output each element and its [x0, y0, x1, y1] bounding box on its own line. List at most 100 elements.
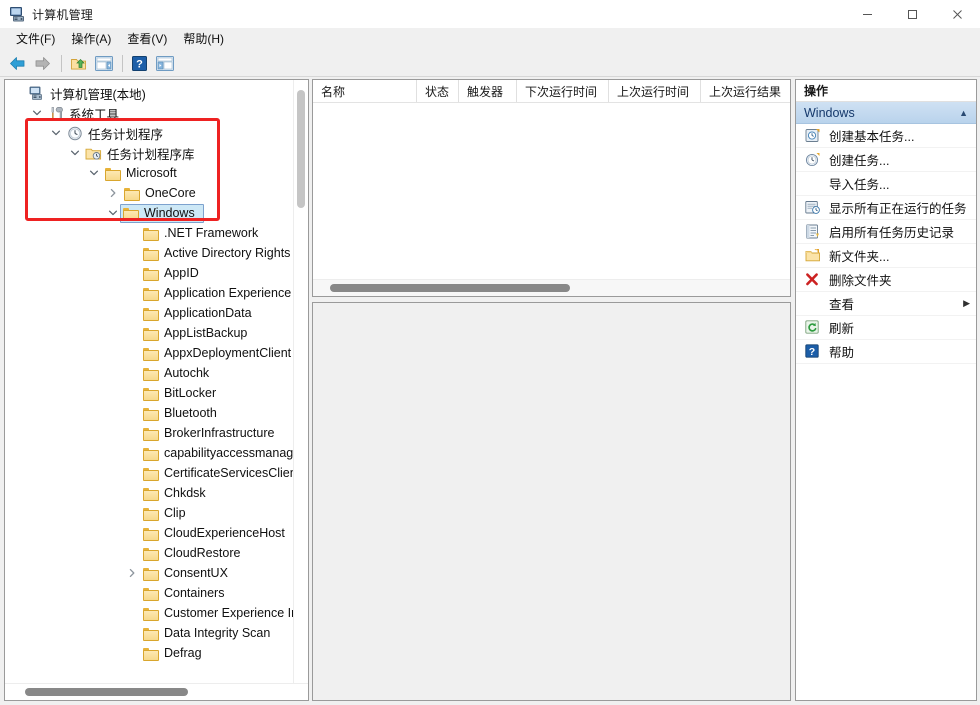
menu-view[interactable]: 查看(V) [119, 28, 175, 49]
tree-item-active-directory-rights-m[interactable]: Active Directory Rights M [5, 243, 308, 263]
tree-item-content[interactable]: BrokerInfrastructure [140, 424, 283, 443]
maximize-button[interactable] [890, 0, 935, 28]
tree-item-net-framework[interactable]: .NET Framework [5, 223, 308, 243]
tree-item-autochk[interactable]: Autochk [5, 363, 308, 383]
back-arrow-icon[interactable] [6, 52, 29, 74]
tree-item-content[interactable]: .NET Framework [140, 224, 267, 243]
chevron-down-icon[interactable] [105, 205, 121, 221]
action-item-9[interactable]: ?帮助 [796, 340, 976, 364]
tree-item-content[interactable]: Windows [120, 204, 204, 223]
tree-item-customer-experience-imp[interactable]: Customer Experience Imp [5, 603, 308, 623]
tree-item-containers[interactable]: Containers [5, 583, 308, 603]
action-item-1[interactable]: 创建任务... [796, 148, 976, 172]
column-header-5[interactable]: 上次运行结果 [701, 80, 790, 102]
forward-arrow-icon[interactable] [31, 52, 54, 74]
tree-item-applistbackup[interactable]: AppListBackup [5, 323, 308, 343]
action-item-6[interactable]: 删除文件夹 [796, 268, 976, 292]
tree-item-任务计划程序库[interactable]: 任务计划程序库 [5, 143, 308, 163]
chevron-right-icon[interactable] [105, 185, 121, 201]
action-item-5[interactable]: 新文件夹... [796, 244, 976, 268]
tree-item-defrag[interactable]: Defrag [5, 643, 308, 663]
action-item-0[interactable]: 创建基本任务... [796, 124, 976, 148]
tree-item-content[interactable]: AppxDeploymentClient [140, 344, 300, 363]
tree-item-content[interactable]: Data Integrity Scan [140, 624, 279, 643]
tree-scroll-area[interactable]: 计算机管理(本地)系统工具任务计划程序任务计划程序库MicrosoftOneCo… [5, 80, 308, 683]
tree-item-bitlocker[interactable]: BitLocker [5, 383, 308, 403]
tree-item-content[interactable]: Bluetooth [140, 404, 226, 423]
tree-item-cloudexperiencehost[interactable]: CloudExperienceHost [5, 523, 308, 543]
chevron-right-icon[interactable] [124, 565, 140, 581]
tree-item-content[interactable]: 系统工具 [45, 104, 128, 123]
chevron-down-icon[interactable] [86, 165, 102, 181]
tree-item-chkdsk[interactable]: Chkdsk [5, 483, 308, 503]
tree-item-certificateservicesclient[interactable]: CertificateServicesClient [5, 463, 308, 483]
tree-item-系统工具[interactable]: 系统工具 [5, 103, 308, 123]
task-list-body[interactable] [313, 103, 790, 279]
tree-item-content[interactable]: AppID [140, 264, 208, 283]
action-item-8[interactable]: 刷新 [796, 316, 976, 340]
tree-item-content[interactable]: Autochk [140, 364, 218, 383]
column-header-0[interactable]: 名称 [313, 80, 417, 102]
tree-horizontal-scrollbar-thumb[interactable] [25, 688, 188, 696]
menu-help[interactable]: 帮助(H) [175, 28, 232, 49]
tree-item-bluetooth[interactable]: Bluetooth [5, 403, 308, 423]
tree-item-microsoft[interactable]: Microsoft [5, 163, 308, 183]
tree-item-capabilityaccessmanager[interactable]: capabilityaccessmanager [5, 443, 308, 463]
tree-item-content[interactable]: ApplicationData [140, 304, 261, 323]
tree-item-content[interactable]: Chkdsk [140, 484, 215, 503]
tree-item-content[interactable]: BitLocker [140, 384, 225, 403]
tree-item-content[interactable]: capabilityaccessmanager [140, 444, 308, 463]
action-item-3[interactable]: 显示所有正在运行的任务 [796, 196, 976, 220]
tree-item-content[interactable]: Customer Experience Imp [140, 604, 308, 623]
task-list-horizontal-scrollbar-thumb[interactable] [330, 284, 570, 292]
tree-item-content[interactable]: CloudRestore [140, 544, 249, 563]
tree-vertical-scrollbar-thumb[interactable] [297, 90, 305, 208]
tree-item-content[interactable]: ConsentUX [140, 564, 237, 583]
tree-item-content[interactable]: AppListBackup [140, 324, 256, 343]
help-icon[interactable]: ? [128, 52, 151, 74]
up-folder-icon[interactable] [67, 52, 90, 74]
tree-vertical-scrollbar[interactable] [293, 80, 308, 683]
tree-item-data-integrity-scan[interactable]: Data Integrity Scan [5, 623, 308, 643]
tree-horizontal-scrollbar[interactable] [5, 683, 308, 700]
tree-item-content[interactable]: Containers [140, 584, 233, 603]
show-hide-tree-icon[interactable] [92, 52, 115, 74]
chevron-down-icon[interactable] [29, 105, 45, 121]
menu-action[interactable]: 操作(A) [63, 28, 119, 49]
show-action-pane-icon[interactable] [153, 52, 176, 74]
tree-item-appid[interactable]: AppID [5, 263, 308, 283]
tree-item-application-experience[interactable]: Application Experience [5, 283, 308, 303]
chevron-down-icon[interactable] [67, 145, 83, 161]
tree-item-content[interactable]: Application Experience [140, 284, 300, 303]
tree-item-content[interactable]: Microsoft [102, 164, 186, 183]
tree-item-计算机管理-本地[interactable]: 计算机管理(本地) [5, 83, 308, 103]
action-item-4[interactable]: 启用所有任务历史记录 [796, 220, 976, 244]
tree-item-brokerinfrastructure[interactable]: BrokerInfrastructure [5, 423, 308, 443]
tree-item-content[interactable]: Active Directory Rights M [140, 244, 308, 263]
collapse-triangle-icon[interactable]: ▲ [959, 108, 968, 118]
tree-item-appxdeploymentclient[interactable]: AppxDeploymentClient [5, 343, 308, 363]
column-header-3[interactable]: 下次运行时间 [517, 80, 609, 102]
tree-item-content[interactable]: Defrag [140, 644, 211, 663]
tree-item-content[interactable]: OneCore [121, 184, 205, 203]
column-header-2[interactable]: 触发器 [459, 80, 517, 102]
tree-item-content[interactable]: CertificateServicesClient [140, 464, 308, 483]
chevron-down-icon[interactable] [48, 125, 64, 141]
tree-item-windows[interactable]: Windows [5, 203, 308, 223]
tree-item-clip[interactable]: Clip [5, 503, 308, 523]
tree-item-content[interactable]: 任务计划程序 [64, 124, 172, 143]
tree-item-applicationdata[interactable]: ApplicationData [5, 303, 308, 323]
tree-item-content[interactable]: CloudExperienceHost [140, 524, 294, 543]
tree-item-cloudrestore[interactable]: CloudRestore [5, 543, 308, 563]
column-header-4[interactable]: 上次运行时间 [609, 80, 701, 102]
tree-item-content[interactable]: 计算机管理(本地) [26, 84, 155, 103]
tree-item-onecore[interactable]: OneCore [5, 183, 308, 203]
menu-file[interactable]: 文件(F) [8, 28, 63, 49]
tree-item-content[interactable]: Clip [140, 504, 195, 523]
column-header-1[interactable]: 状态 [417, 80, 459, 102]
tree-item-content[interactable]: 任务计划程序库 [83, 144, 204, 163]
actions-group-header-windows[interactable]: Windows ▲ [796, 102, 976, 124]
action-item-7[interactable]: 查看▶ [796, 292, 976, 316]
minimize-button[interactable] [845, 0, 890, 28]
tree-item-consentux[interactable]: ConsentUX [5, 563, 308, 583]
